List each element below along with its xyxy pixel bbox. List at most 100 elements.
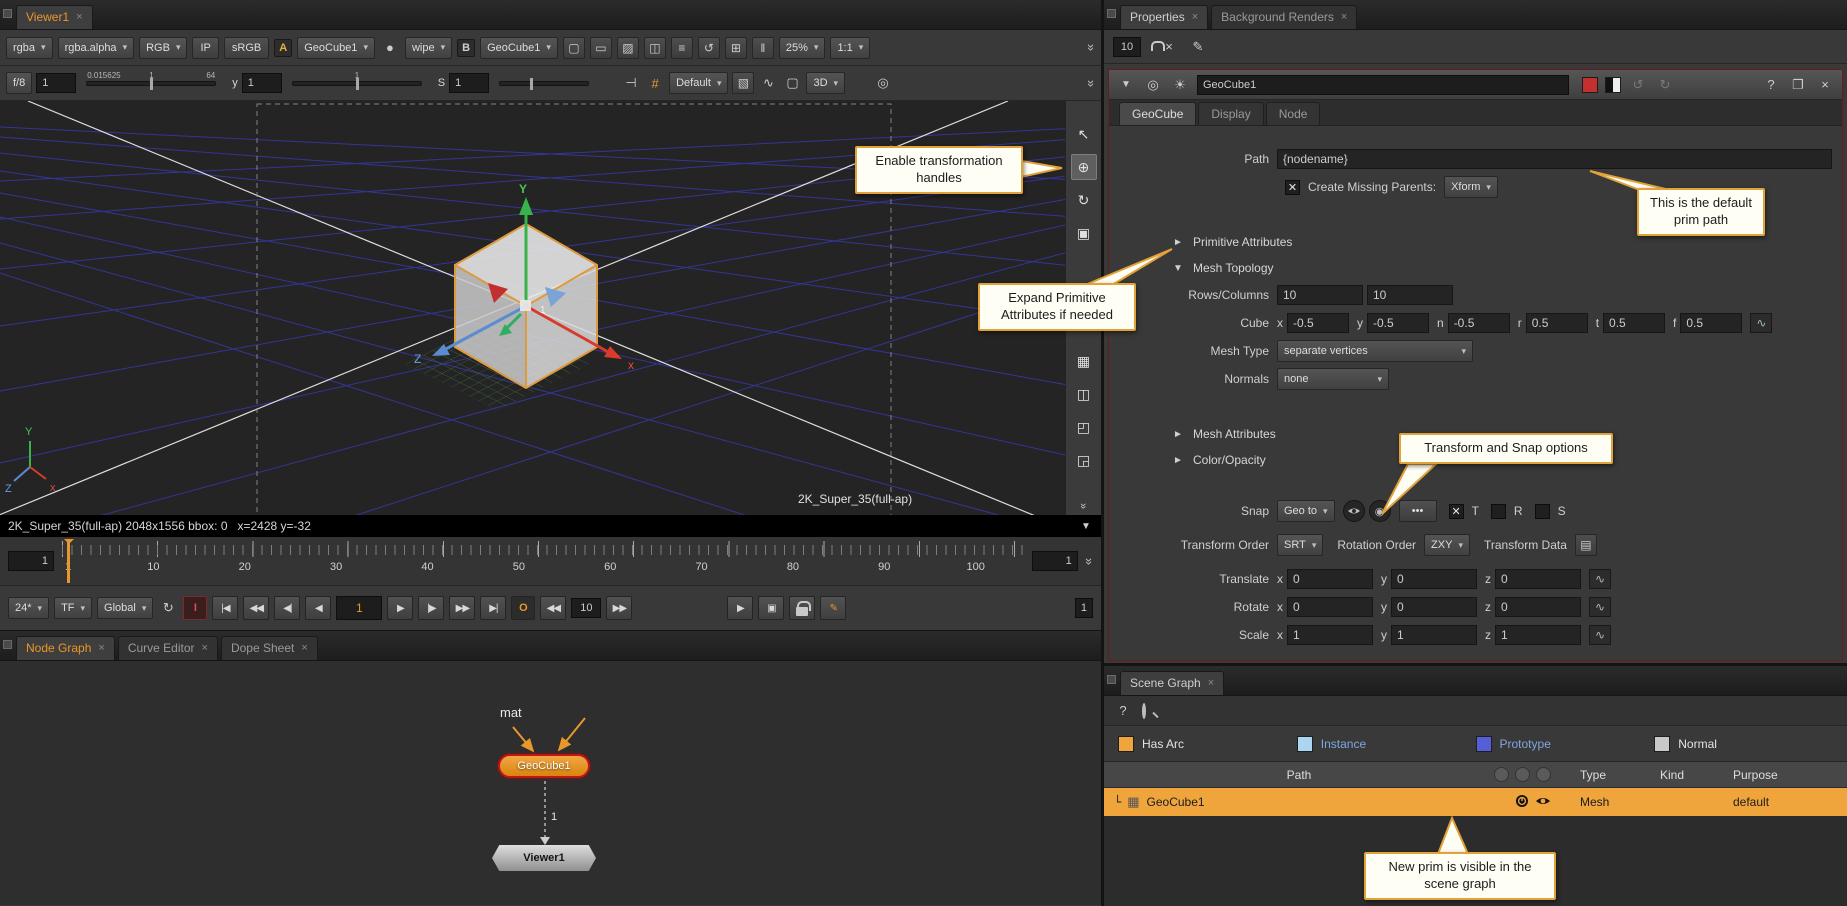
marquee-icon[interactable]: ▢ <box>782 73 802 93</box>
input-b-badge[interactable]: B <box>457 39 475 57</box>
eye-column-icon[interactable] <box>1536 767 1551 782</box>
jump-back-button[interactable]: ◀◀ <box>540 596 566 620</box>
tab-node-graph[interactable]: Node Graph × <box>16 636 115 660</box>
range-mode-dropdown[interactable]: Global▾ <box>97 597 153 619</box>
grid-overlay-icon[interactable]: # <box>645 73 665 93</box>
gamma-input[interactable]: 1 <box>242 73 282 93</box>
help-icon[interactable]: ? <box>1761 75 1781 95</box>
collapse-panel-icon[interactable]: ▼ <box>1116 75 1136 95</box>
cube-x-input[interactable]: -0.5 <box>1287 313 1349 333</box>
scale-animation-curve-icon[interactable]: ∿ <box>1589 625 1611 645</box>
view-dimension-dropdown[interactable]: 3D▾ <box>806 72 845 94</box>
input-process-button[interactable]: IP <box>192 37 218 59</box>
path-input[interactable]: {nodename} <box>1277 149 1832 169</box>
cube-animation-curve-icon[interactable]: ∿ <box>1750 313 1772 333</box>
format-icon[interactable]: ▭ <box>590 37 612 59</box>
previous-keyframe-button[interactable]: ◀| <box>274 596 300 620</box>
snap-t-checkbox[interactable]: ✕ <box>1449 504 1464 519</box>
normals-dropdown[interactable]: none▾ <box>1277 368 1389 390</box>
close-icon[interactable]: × <box>1192 11 1198 23</box>
rotate-animation-curve-icon[interactable]: ∿ <box>1589 597 1611 617</box>
search-button[interactable] <box>1142 705 1146 717</box>
cube-y-input[interactable]: -0.5 <box>1367 313 1429 333</box>
create-missing-parents-dropdown[interactable]: Xform▾ <box>1444 176 1498 198</box>
transform-order-dropdown[interactable]: SRT▾ <box>1277 534 1323 556</box>
cube-r-input[interactable]: 0.5 <box>1526 313 1588 333</box>
column-purpose[interactable]: Purpose <box>1733 768 1823 782</box>
frame-all-icon[interactable]: ◲ <box>1071 447 1097 473</box>
saturation-slider[interactable] <box>499 81 589 86</box>
tab-curve-editor[interactable]: Curve Editor × <box>118 636 218 660</box>
channel-dropdown[interactable]: rgba▾ <box>6 37 53 59</box>
range-start-input[interactable]: 1 <box>8 551 54 571</box>
channels-icon[interactable]: ≡ <box>671 37 693 59</box>
tab-dope-sheet[interactable]: Dope Sheet × <box>221 636 318 660</box>
input-b-dropdown[interactable]: GeoCube1▾ <box>480 37 558 59</box>
stack-mode-icon[interactable]: ◫ <box>644 37 666 59</box>
fstop-dropdown[interactable]: f/8 <box>6 72 32 94</box>
proxy-toggle-icon[interactable]: ▢ <box>563 37 585 59</box>
play-forward-fast-button[interactable]: ▶▶ <box>449 596 475 620</box>
range-end-input[interactable]: 1 <box>1032 551 1078 571</box>
translate-animation-curve-icon[interactable]: ∿ <box>1589 569 1611 589</box>
translate-x-input[interactable]: 0 <box>1287 569 1373 589</box>
select-column-icon[interactable] <box>1494 767 1509 782</box>
timeline-ruler[interactable]: 1 10 20 30 40 50 60 70 80 90 100 <box>62 537 1024 585</box>
snap-r-checkbox[interactable] <box>1491 504 1506 519</box>
cube-t-input[interactable]: 0.5 <box>1603 313 1665 333</box>
tab-properties[interactable]: Properties × <box>1120 5 1208 29</box>
geometry-display-icon[interactable]: ▧ <box>732 72 754 94</box>
gain-slider[interactable]: 0.015625 1 64 <box>86 81 216 86</box>
scenegraph-row-geocube1[interactable]: └ ▦ GeoCube1 Mesh default <box>1104 788 1847 816</box>
toolbar-overflow-icon[interactable]: » <box>1084 79 1099 86</box>
jump-forward-button[interactable]: ▶▶ <box>606 596 632 620</box>
wipe-mode-icon[interactable]: ▨ <box>617 37 639 59</box>
column-kind[interactable]: Kind <box>1660 768 1733 782</box>
toolstrip-overflow-icon[interactable]: » <box>1081 503 1087 509</box>
playhead[interactable] <box>67 539 70 583</box>
rotation-order-dropdown[interactable]: ZXY▾ <box>1424 534 1470 556</box>
translate-y-input[interactable]: 0 <box>1391 569 1477 589</box>
current-frame-input[interactable]: 1 <box>336 596 382 620</box>
close-panel-icon[interactable]: × <box>1815 75 1835 95</box>
play-button[interactable]: ▶ <box>387 596 413 620</box>
tab-background-renders[interactable]: Background Renders × <box>1211 5 1357 29</box>
ab-dot-icon[interactable]: ● <box>380 38 400 58</box>
go-to-start-button[interactable]: |◀ <box>212 596 238 620</box>
node-name-input[interactable]: GeoCube1 <box>1197 75 1569 95</box>
scale-z-input[interactable]: 1 <box>1495 625 1581 645</box>
focus-node-icon[interactable]: ◎ <box>1143 75 1163 95</box>
rows-input[interactable]: 10 <box>1277 285 1363 305</box>
alpha-channel-dropdown[interactable]: rgba.alpha▾ <box>58 37 135 59</box>
close-icon[interactable]: × <box>76 11 82 23</box>
saturation-slider-knob[interactable] <box>530 78 533 90</box>
status-menu-icon[interactable]: ▼ <box>1081 521 1093 532</box>
snap-s-checkbox[interactable] <box>1535 504 1550 519</box>
gamma-slider-knob[interactable] <box>356 78 359 90</box>
snap-geo-button[interactable]: ◉ <box>1369 500 1391 522</box>
frame-selected-icon[interactable]: ◰ <box>1071 414 1097 440</box>
node-geocube1[interactable]: GeoCube1 <box>498 754 590 778</box>
node-color-swatch[interactable] <box>1582 77 1598 93</box>
close-icon[interactable]: × <box>1208 677 1214 689</box>
split-layout-icon[interactable]: ◫ <box>1071 381 1097 407</box>
cube-n-input[interactable]: -0.5 <box>1448 313 1510 333</box>
input-a-dropdown[interactable]: GeoCube1▾ <box>297 37 375 59</box>
close-icon[interactable]: × <box>301 642 307 654</box>
gain-input[interactable]: 1 <box>36 73 76 93</box>
tab-viewer1[interactable]: Viewer1 × <box>16 5 93 29</box>
fps-dropdown[interactable]: 24*▾ <box>8 597 49 619</box>
help-icon[interactable]: ? <box>1113 701 1133 721</box>
out-point-button[interactable]: O <box>511 596 535 620</box>
clamp-icon[interactable]: ⊣ <box>621 73 641 93</box>
power-column-icon[interactable] <box>1515 767 1530 782</box>
range-end2-input[interactable]: 1 <box>1075 598 1093 618</box>
rotate-x-input[interactable]: 0 <box>1287 597 1373 617</box>
edit-panels-icon[interactable]: ✎ <box>1188 37 1208 57</box>
snap-eye-button[interactable] <box>1343 500 1365 522</box>
tab-geocube[interactable]: GeoCube <box>1119 102 1196 125</box>
nodegraph-canvas[interactable]: mat GeoCube1 1 Viewer1 <box>0 661 1101 905</box>
create-missing-parents-checkbox[interactable]: ✕ <box>1285 180 1300 195</box>
prim-visibility-eye-icon[interactable] <box>1535 795 1551 810</box>
saturation-input[interactable]: 1 <box>449 73 489 93</box>
